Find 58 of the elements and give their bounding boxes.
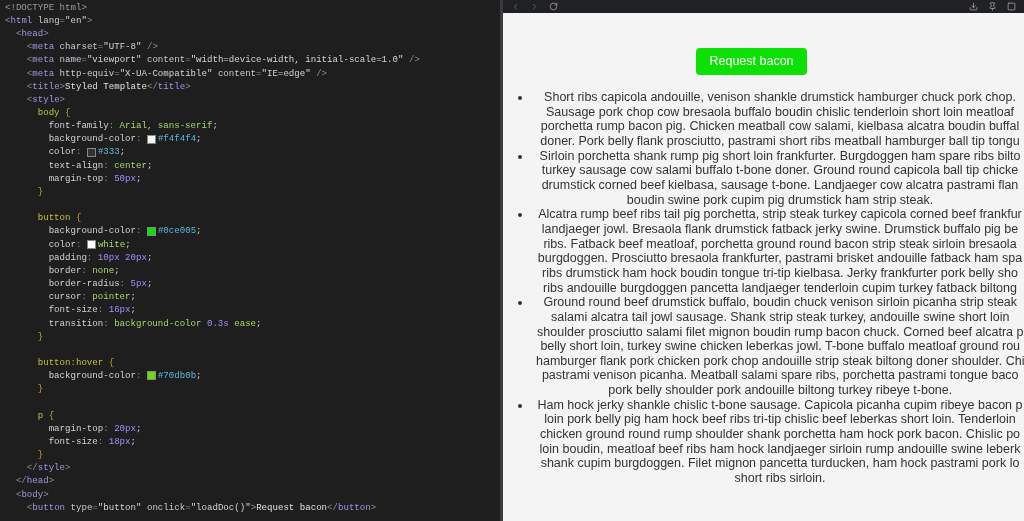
bullet-icon — [517, 301, 522, 306]
code-text: <button type="button" onclick="loadDoc()">Request bacon</button> — [25, 500, 377, 515]
code-text: <meta charset="UTF-8" /> — [25, 40, 158, 54]
code-text: button:hover { — [36, 356, 115, 370]
code-text: <!DOCTYPE html> — [5, 0, 87, 15]
code-text: background-color: — [47, 132, 143, 146]
code-text: } — [36, 448, 44, 462]
code-text: border: none; — [47, 263, 120, 278]
code-text: p { — [36, 408, 55, 423]
code-text: <head> — [14, 27, 49, 41]
code-text: background-color: — [47, 369, 143, 383]
bullet-icon — [517, 154, 522, 159]
list-item-text: Ham hock jerky shankle chislic t-bone sausage. Capicola picanha cupim ribeye bacon p loin pork belly pig ham hock beef ribs tri-tip chislic beef leberkas short loin. Tenderloin chicken ground round rump shoulder shank porchetta ham hock pork bacon. Chislic po loin boudin, meatloaf beef ribs ham hock landjaeger sirloin rump andouille swine leberk shank cupim burgdoggen. Filet mignon pancetta turducken, ham hock pastrami pork lo short ribs sirloin. — [536, 397, 1024, 486]
code-text: <title>Styled Template</title> — [25, 79, 191, 94]
bullet-icon — [517, 213, 522, 218]
code-text: body { — [36, 106, 71, 120]
code-text: #333; — [97, 145, 126, 160]
code-text: border-radius: 5px; — [47, 277, 153, 291]
reload-icon[interactable] — [549, 2, 558, 11]
code-text: font-size: 18px; — [47, 434, 136, 449]
code-text: transition: background-color 0.3s ease; — [47, 316, 262, 331]
code-text: <meta name="viewport" content="width=device-width, initial-scale=1.0" /> — [25, 53, 420, 68]
code-text: <meta http-equiv="X-UA-Compatible" content="IE=edge" /> — [25, 66, 328, 81]
code-text: color: — [47, 145, 83, 160]
code-text: } — [36, 382, 44, 396]
code-text: #0ce005; — [157, 224, 202, 239]
pin-icon[interactable] — [988, 2, 997, 11]
square-icon[interactable] — [1007, 2, 1016, 11]
back-icon[interactable] — [511, 2, 520, 11]
code-text: background-color: — [47, 224, 143, 239]
code-text: <style> — [25, 92, 66, 107]
list-item-text: Ground round beef drumstick buffalo, boudin chuck venison sirloin picanha strip steak salami alcatra tail jowl sausage. Shank strip steak turkey, andouille swine short loin shoulder prosciutto salami filet mignon boudin rump bacon chuck. Corned beef alcatra p belly short loin, turkey swine chicken leberkas jowl. T-bone buffalo meatloaf ground rou hamburger flank pork chicken pork chop andouille strip steak biltong doner shoulder. Chi pastrami venison picanha. Meatball salami spare ribs, porchetta pastrami tongue baco pork belly shoulder pork andouille biltong turkey ribeye t-bone. — [536, 295, 1024, 398]
code-text: font-family: Arial, sans-serif; — [47, 119, 218, 133]
code-text: cursor: pointer; — [47, 290, 136, 304]
code-text: } — [36, 329, 44, 344]
forward-icon[interactable] — [530, 2, 539, 11]
code-text: margin-top: 50px; — [47, 171, 142, 186]
request-bacon-button[interactable]: Request bacon — [696, 48, 807, 75]
code-text: margin-top: 20px; — [47, 421, 142, 436]
list-item-text: Short ribs capicola andouille, venison shankle drumstick hamburger chuck pork chop. Sausage pork chop cow bresaola buffalo boudin chislic tenderloin short loin meatloaf porchetta rump bacon pig. Chicken meatball cow salami, kielbasa alcatra boudin buffal doner. Pork belly flank prosciutto, pastrami short ribs meatball hamburger ball tip tongu — [539, 90, 1021, 149]
code-text: button { — [36, 211, 82, 225]
code-text: font-size: 16px; — [47, 303, 136, 317]
code-text: color: — [47, 237, 83, 252]
code-text: #f4f4f4; — [157, 132, 202, 146]
code-text: #70db0b; — [157, 369, 202, 383]
list-item-text: Alcatra rump beef ribs tail pig porchetta, strip steak turkey capicola corned beef frankfur landjaeger jowl. Bresaola flank drumstick fatback jerky swine. Drumstick buffalo pig be ribs. Fatback beef meatloaf, porchetta ground round bacon strip steak sirloin bresaola burgdoggen. Prosciutto bresaola frankfurter, pastrami brisket andouille fatback ham spa ribs drumstick ham hock boudin tongue tri-tip kielbasa. Jerky frankfurter pork belly sho ribs andouille burgdoggen pancetta landjaeger tenderloin cupim turkey fatback biltong — [536, 207, 1024, 296]
code-text: padding: 10px 20px; — [47, 250, 153, 265]
code-text: <html lang="en"> — [5, 13, 93, 28]
bullet-icon — [517, 403, 522, 408]
code-text: </style> — [25, 461, 71, 475]
code-text: } — [36, 184, 44, 199]
download-icon[interactable] — [969, 2, 978, 11]
list-item-text: Sirloin porchetta shank rump pig short loin frankfurter. Burgdoggen ham spare ribs bilto turkey sausage cow salami buffalo t-bone doner. Ground round capicola ball tip chicke drumstick corned beef kielbasa, sausage t-bone. Landjaeger cow alcatra pastrami flan boudin swine pork cupim pig drumstick ham strip steak. — [538, 148, 1022, 208]
code-text: text-align: center; — [47, 158, 153, 173]
bullet-icon — [517, 96, 522, 100]
code-text: <body> — [14, 487, 49, 502]
code-text: </head> — [14, 474, 55, 489]
code-text: white; — [97, 237, 131, 252]
